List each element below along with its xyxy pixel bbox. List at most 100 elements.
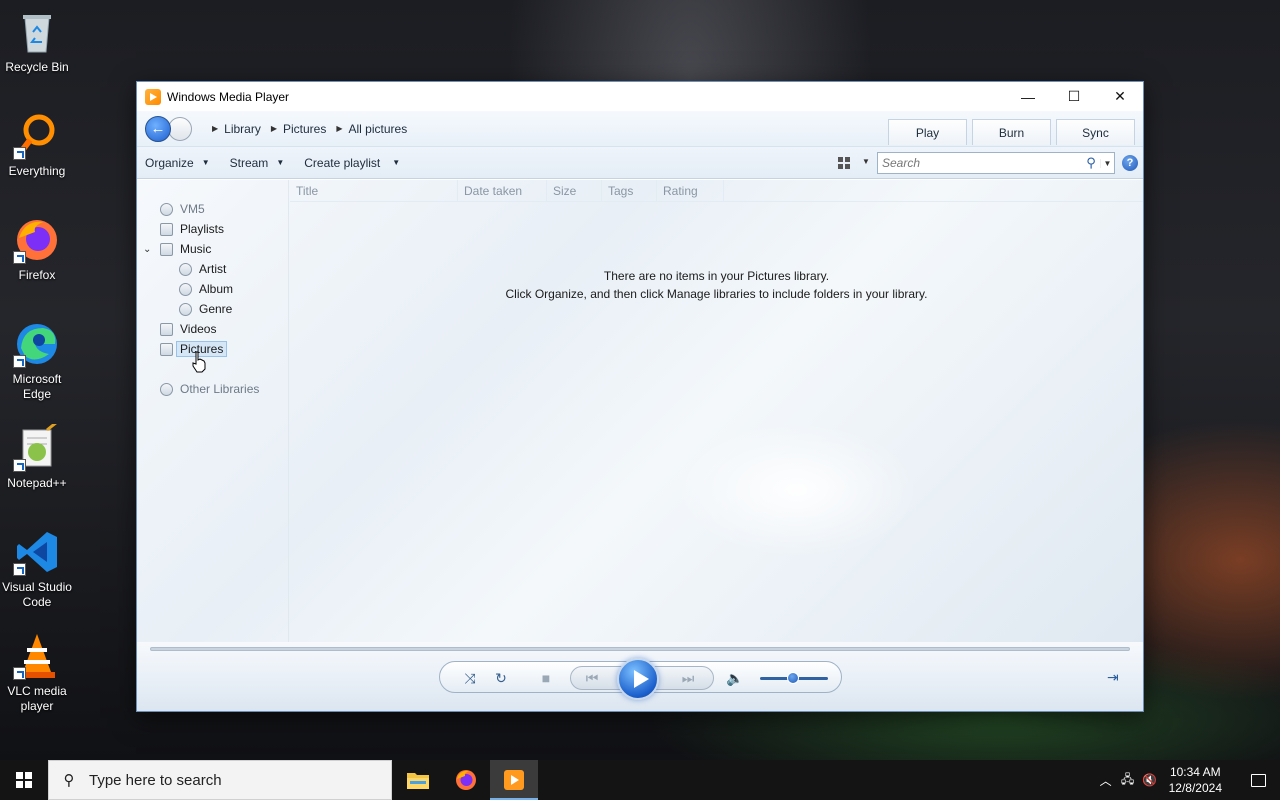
sidebar-item-album[interactable]: Album: [137, 279, 288, 299]
back-arrow-icon: ←: [150, 120, 166, 137]
media-player-window: Windows Media Player — ☐ ✕ ← ▶ Library ▶…: [136, 81, 1144, 712]
shortcut-arrow-icon: [13, 147, 26, 160]
sidebar-item-label: Genre: [199, 302, 233, 316]
search-icon[interactable]: ⚲: [1082, 155, 1100, 171]
breadcrumb-separator-icon[interactable]: ▶: [212, 124, 218, 133]
shortcut-arrow-icon: [13, 667, 26, 680]
breadcrumb-all-pictures[interactable]: All pictures: [349, 122, 408, 136]
desktop-icon-label: Notepad++: [7, 476, 67, 490]
taskbar: ⚲ Type here to search ︿ 🖧 🔇 10:34 AM 12/…: [0, 760, 1280, 800]
sidebar-item-vm5[interactable]: VM5: [137, 199, 288, 219]
stream-menu-button[interactable]: Stream ▼: [230, 156, 285, 170]
maximize-button[interactable]: ☐: [1051, 82, 1097, 111]
notepad-plus-plus-icon: [13, 420, 61, 472]
back-button[interactable]: ←: [145, 115, 171, 142]
desktop-icon-label: Visual Studio Code: [2, 580, 72, 609]
help-icon[interactable]: ?: [1122, 155, 1138, 171]
chevron-down-icon[interactable]: ▼: [392, 158, 400, 167]
sidebar-item-genre[interactable]: Genre: [137, 299, 288, 319]
empty-library-message: There are no items in your Pictures libr…: [290, 267, 1143, 303]
desktop-icon-vscode[interactable]: Visual Studio Code: [0, 528, 74, 610]
clock[interactable]: 10:34 AM 12/8/2024: [1169, 764, 1222, 796]
sidebar-item-artist[interactable]: Artist: [137, 259, 288, 279]
close-button[interactable]: ✕: [1097, 82, 1143, 111]
column-header-date-taken[interactable]: Date taken: [458, 179, 547, 202]
chevron-down-icon[interactable]: ▼: [862, 157, 870, 166]
taskbar-search-placeholder: Type here to search: [89, 771, 222, 789]
breadcrumb-separator-icon[interactable]: ▶: [271, 124, 277, 133]
column-header-title[interactable]: Title: [290, 179, 458, 202]
organize-menu-button[interactable]: Organize ▼: [145, 156, 210, 170]
chevron-down-icon: ▼: [201, 158, 210, 167]
desktop-icon-everything[interactable]: Everything: [0, 112, 74, 179]
switch-to-now-playing-icon[interactable]: ⇥: [1107, 669, 1125, 685]
start-button[interactable]: [0, 760, 48, 800]
desktop-icon-firefox[interactable]: Firefox: [0, 216, 74, 283]
column-header-rating[interactable]: Rating: [657, 179, 724, 202]
album-disc-icon: [179, 282, 192, 296]
taskbar-search-box[interactable]: ⚲ Type here to search: [48, 760, 392, 800]
forward-button[interactable]: [168, 116, 192, 141]
next-icon[interactable]: ⏭: [679, 669, 697, 687]
shortcut-arrow-icon: [13, 355, 26, 368]
volume-muted-icon[interactable]: 🔇: [1139, 773, 1161, 787]
system-tray: ︿ 🖧 🔇 10:34 AM 12/8/2024: [1095, 760, 1280, 800]
sidebar-item-playlists[interactable]: Playlists: [137, 219, 288, 239]
navigation-pane: VM5 Playlists ⌄ Music Artist Album Genre…: [137, 180, 289, 644]
view-options-icon[interactable]: [837, 156, 853, 170]
minimize-button[interactable]: —: [1005, 82, 1051, 111]
column-header-size[interactable]: Size: [547, 179, 602, 202]
genre-icon: [179, 302, 192, 316]
repeat-icon[interactable]: ↻: [492, 669, 510, 687]
sidebar-item-videos[interactable]: Videos: [137, 319, 288, 339]
file-explorer-icon: [407, 773, 429, 789]
taskbar-windows-media-player[interactable]: [490, 760, 538, 800]
desktop-icon-label: VLC media player: [7, 684, 67, 713]
sidebar-item-label: Other Libraries: [180, 382, 260, 396]
breadcrumb-pictures[interactable]: Pictures: [283, 122, 326, 136]
empty-message-line1: There are no items in your Pictures libr…: [603, 269, 830, 283]
desktop-icon-recycle-bin[interactable]: Recycle Bin: [0, 8, 74, 75]
search-input[interactable]: [878, 153, 1082, 173]
column-header-tags[interactable]: Tags: [602, 179, 657, 202]
music-note-icon: [160, 242, 173, 256]
notification-icon: [1250, 773, 1266, 787]
tab-sync[interactable]: Sync: [1056, 119, 1135, 145]
sidebar-item-other-libraries[interactable]: Other Libraries: [137, 379, 288, 399]
video-icon: [160, 322, 173, 336]
recycle-bin-icon: [13, 8, 61, 56]
volume-icon[interactable]: 🔈: [726, 669, 744, 687]
stream-label: Stream: [229, 155, 269, 170]
title-bar[interactable]: Windows Media Player — ☐ ✕: [137, 82, 1143, 111]
network-icon[interactable]: 🖧: [1117, 770, 1139, 791]
tab-play[interactable]: Play: [888, 119, 967, 145]
volume-slider-thumb[interactable]: [787, 672, 799, 684]
hand-cursor-icon: [192, 351, 206, 373]
tab-burn[interactable]: Burn: [972, 119, 1051, 145]
breadcrumb-library[interactable]: Library: [224, 122, 261, 136]
breadcrumb-separator-icon[interactable]: ▶: [336, 124, 342, 133]
notifications-button[interactable]: [1236, 773, 1280, 787]
desktop-icon-notepad-plus-plus[interactable]: Notepad++: [0, 420, 74, 491]
previous-icon[interactable]: ⏮: [583, 669, 601, 687]
chevron-down-icon[interactable]: ⌄: [143, 244, 151, 255]
column-headers: Title Date taken Size Tags Rating: [290, 179, 1143, 202]
create-playlist-button[interactable]: Create playlist ▼: [304, 156, 400, 170]
desktop-icon-vlc[interactable]: VLC media player: [0, 632, 74, 714]
shuffle-icon[interactable]: ⤨: [461, 669, 479, 687]
taskbar-firefox[interactable]: [442, 760, 490, 800]
sidebar-item-pictures[interactable]: Pictures: [137, 339, 288, 359]
desktop-icon-label: Firefox: [18, 268, 56, 282]
chevron-down-icon[interactable]: ▼: [1100, 158, 1114, 168]
details-pane: Title Date taken Size Tags Rating There …: [290, 179, 1143, 644]
user-library-icon: [160, 202, 173, 216]
taskbar-file-explorer[interactable]: [394, 760, 442, 800]
playlist-icon: [160, 222, 173, 236]
seek-bar[interactable]: [150, 647, 1130, 651]
stop-icon[interactable]: ■: [537, 669, 555, 687]
desktop-icon-edge[interactable]: Microsoft Edge: [0, 320, 74, 402]
show-hidden-icons-chevron-icon[interactable]: ︿: [1095, 772, 1117, 789]
sidebar-item-music[interactable]: ⌄ Music: [137, 239, 288, 259]
empty-message-line2: Click Organize, and then click Manage li…: [505, 287, 928, 301]
play-button[interactable]: [617, 658, 659, 700]
